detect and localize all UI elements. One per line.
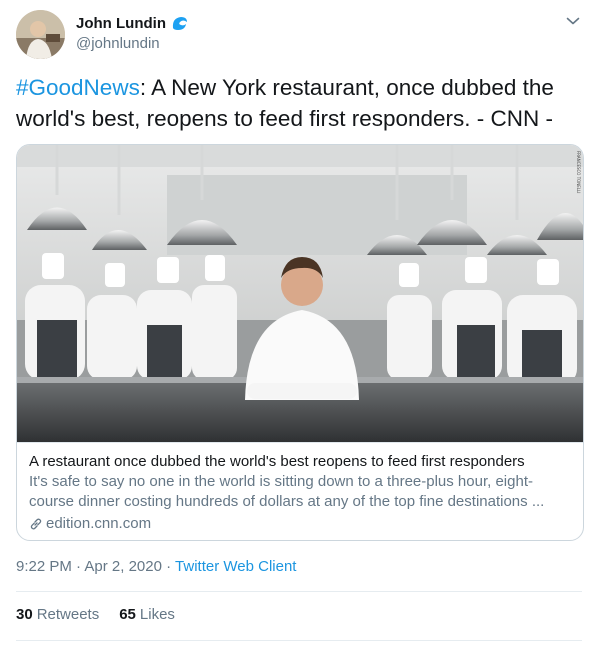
user-handle[interactable]: @johnlundin	[76, 35, 189, 52]
card-domain-text: edition.cnn.com	[46, 515, 152, 532]
display-name[interactable]: John Lundin	[76, 15, 166, 32]
card-body[interactable]: A restaurant once dubbed the world's bes…	[17, 442, 583, 540]
divider	[16, 591, 582, 592]
divider	[16, 640, 582, 641]
link-card[interactable]: FRANCESCO TONELLI A restaurant once dubb…	[16, 144, 584, 541]
card-domain: edition.cnn.com	[29, 514, 571, 534]
image-credit: FRANCESCO TONELLI	[576, 151, 581, 193]
retweets-stat[interactable]: 30 Retweets	[16, 606, 99, 623]
tweet-meta: 9:22 PM · Apr 2, 2020 · Twitter Web Clie…	[16, 558, 296, 575]
avatar[interactable]	[16, 10, 65, 59]
likes-stat[interactable]: 65 Likes	[119, 606, 175, 623]
meta-separator: ·	[166, 558, 172, 575]
card-image[interactable]: FRANCESCO TONELLI	[17, 145, 583, 442]
retweets-label: Retweets	[36, 606, 100, 623]
meta-separator: ·	[76, 558, 82, 575]
hashtag-link[interactable]: #GoodNews	[16, 75, 140, 100]
retweets-count: 30	[16, 606, 33, 623]
likes-count: 65	[119, 606, 136, 623]
card-title[interactable]: A restaurant once dubbed the world's bes…	[29, 452, 571, 472]
tweet-text: #GoodNews: A New York restaurant, once d…	[16, 72, 582, 134]
link-icon	[29, 517, 43, 531]
tweet-date[interactable]: Apr 2, 2020	[84, 558, 162, 575]
tweet-time[interactable]: 9:22 PM	[16, 558, 72, 575]
tweet-stats: 30 Retweets 65 Likes	[16, 606, 195, 623]
chevron-down-icon[interactable]	[564, 12, 582, 30]
likes-label: Likes	[139, 606, 175, 623]
tweet-header: John Lundin @johnlundin	[16, 10, 582, 60]
card-description: It's safe to say no one in the world is …	[29, 473, 545, 510]
client-link[interactable]: Twitter Web Client	[175, 558, 296, 575]
wave-badge-icon	[171, 15, 189, 31]
